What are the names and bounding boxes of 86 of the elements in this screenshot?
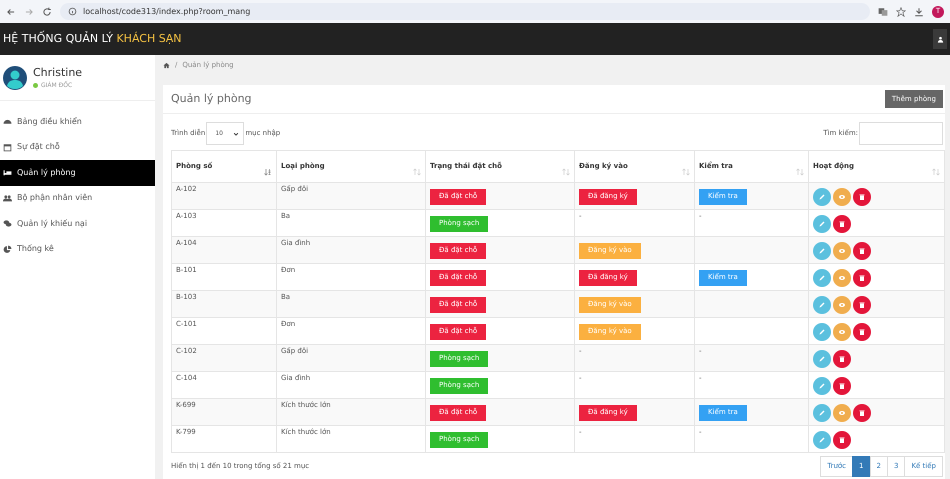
edit-button[interactable] xyxy=(813,215,831,233)
chat-icon xyxy=(3,219,12,228)
sidebar-item[interactable]: Bộ phận nhân viên xyxy=(0,186,155,211)
pencil-icon xyxy=(818,193,826,201)
pencil-icon xyxy=(818,409,826,417)
eye-icon xyxy=(838,274,846,282)
users-icon xyxy=(3,194,12,203)
edit-button[interactable] xyxy=(813,350,831,368)
app-title: HỆ THỐNG QUẢN LÝ KHÁCH SẠN xyxy=(3,30,182,47)
eye-icon xyxy=(838,409,846,417)
pencil-icon xyxy=(818,355,826,363)
trash-icon xyxy=(838,436,846,444)
sort-icon[interactable] xyxy=(682,168,690,176)
url-text: localhost/code313/index.php?room_mang xyxy=(83,6,250,18)
edit-button[interactable] xyxy=(813,377,831,395)
user-menu-button[interactable] xyxy=(933,29,947,49)
edit-button[interactable] xyxy=(813,296,831,314)
edit-button[interactable] xyxy=(813,269,831,287)
eye-icon xyxy=(838,247,846,255)
forward-icon[interactable] xyxy=(24,6,34,16)
view-button[interactable] xyxy=(833,242,851,260)
delete-button[interactable] xyxy=(833,431,851,449)
home-icon[interactable] xyxy=(163,62,170,68)
view-button[interactable] xyxy=(833,404,851,422)
pencil-icon xyxy=(818,328,826,336)
trash-icon xyxy=(838,355,846,363)
eye-icon xyxy=(838,193,846,201)
sidebar-item[interactable]: Sự đặt chỗ xyxy=(0,134,155,160)
sidebar-item[interactable]: Thống kê xyxy=(0,236,155,262)
delete-button[interactable] xyxy=(853,323,871,341)
trash-icon xyxy=(858,193,866,201)
delete-button[interactable] xyxy=(853,242,871,260)
search-field[interactable] xyxy=(859,122,943,145)
pencil-icon xyxy=(818,301,826,309)
user-name: Christine xyxy=(33,64,82,80)
sort-icon[interactable] xyxy=(796,168,804,176)
view-button[interactable] xyxy=(833,188,851,206)
view-button[interactable] xyxy=(833,296,851,314)
pencil-icon xyxy=(818,436,826,444)
view-button[interactable] xyxy=(833,269,851,287)
download-icon[interactable] xyxy=(914,6,924,16)
delete-button[interactable] xyxy=(853,296,871,314)
sort-icon[interactable] xyxy=(932,168,940,176)
pie-chart-icon xyxy=(3,244,12,254)
eye-icon xyxy=(838,328,846,336)
eye-icon xyxy=(838,301,846,309)
sidebar-item[interactable]: Quản lý phòng xyxy=(0,160,155,186)
delete-button[interactable] xyxy=(833,350,851,368)
address-bar[interactable]: localhost/code313/index.php?room_mang xyxy=(60,3,870,20)
edit-button[interactable] xyxy=(813,188,831,206)
edit-button[interactable] xyxy=(813,242,831,260)
pencil-icon xyxy=(818,247,826,255)
view-button[interactable] xyxy=(833,323,851,341)
trash-icon xyxy=(858,328,866,336)
pencil-icon xyxy=(818,220,826,228)
trash-icon xyxy=(858,301,866,309)
reload-icon[interactable] xyxy=(42,6,52,16)
bed-icon xyxy=(3,168,12,178)
trash-icon xyxy=(838,382,846,390)
user-icon xyxy=(936,36,944,42)
sidebar-item[interactable]: Bảng điều khiển xyxy=(0,109,155,134)
avatar-icon xyxy=(3,66,27,90)
edit-button[interactable] xyxy=(813,431,831,449)
edit-button[interactable] xyxy=(813,323,831,341)
info-icon xyxy=(68,7,77,16)
delete-button[interactable] xyxy=(833,215,851,233)
trash-icon xyxy=(838,220,846,228)
edit-button[interactable] xyxy=(813,404,831,422)
delete-button[interactable] xyxy=(853,404,871,422)
caret-icon xyxy=(233,130,240,136)
trash-icon xyxy=(858,247,866,255)
pencil-icon xyxy=(818,382,826,390)
trash-icon xyxy=(858,274,866,282)
star-icon[interactable] xyxy=(896,6,906,16)
sort-icon[interactable] xyxy=(562,168,570,176)
back-icon[interactable] xyxy=(6,6,16,16)
calendar-icon xyxy=(3,142,12,152)
sidebar-item[interactable]: Quản lý khiếu nại xyxy=(0,211,155,236)
delete-button[interactable] xyxy=(853,188,871,206)
delete-button[interactable] xyxy=(853,269,871,287)
sort-icon[interactable] xyxy=(413,168,421,176)
sort-icon[interactable] xyxy=(264,168,272,176)
delete-button[interactable] xyxy=(833,377,851,395)
trash-icon xyxy=(858,409,866,417)
card-title: Quản lý phòng xyxy=(171,90,252,107)
pencil-icon xyxy=(818,274,826,282)
